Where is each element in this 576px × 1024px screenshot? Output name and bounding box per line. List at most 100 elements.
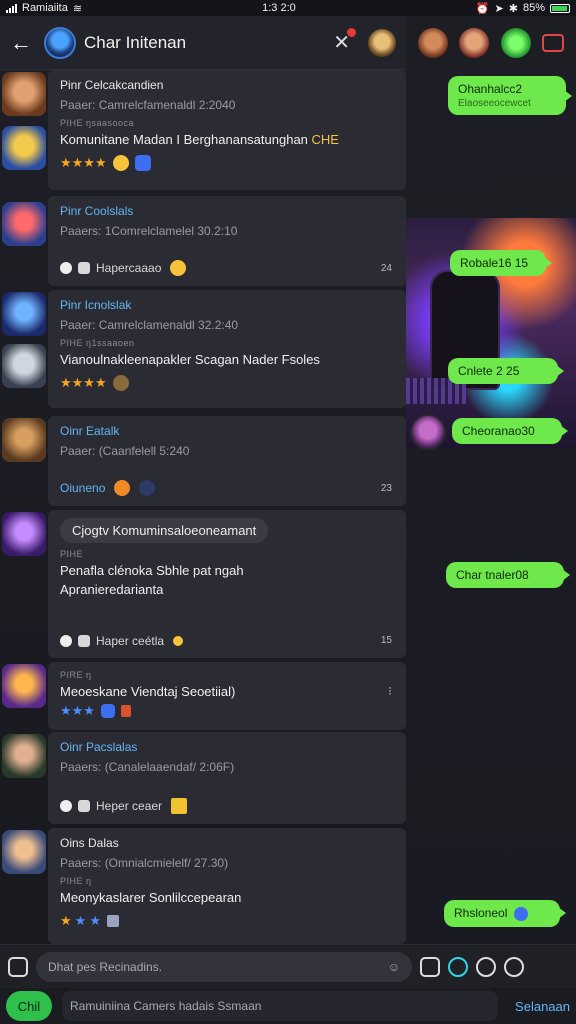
post-author: Pinr Icnolslak — [60, 298, 132, 312]
post-author: Oinr Eatalk — [60, 424, 120, 438]
chat-header: ← Char Initenan ✕ — [0, 16, 406, 70]
reaction-icon[interactable] — [60, 262, 72, 274]
chat-tab-button[interactable]: Chil — [6, 991, 52, 1021]
battery-percent: 85% — [522, 2, 545, 14]
comment-icon[interactable] — [78, 262, 90, 274]
community-chip[interactable]: Cjogtv Komuminsaloeoneamant — [60, 518, 269, 543]
post-meta: Paaer: (Caanfelell 5:240 — [60, 444, 190, 458]
status-pill[interactable]: Oiuneno — [60, 481, 105, 495]
post-meta: Paaers: (Omnialcmielelf/ 27.30) — [60, 856, 229, 870]
close-icon[interactable]: ✕ — [333, 28, 356, 55]
sticker-icon[interactable]: ☺ — [388, 960, 400, 974]
alarm-icon: ⏰ — [475, 2, 490, 15]
reaction-label: Hapercaaao — [96, 261, 162, 275]
feed-card[interactable]: Pinr Icnolslak Paaer: Camrelclamenaldl 3… — [48, 290, 406, 408]
feed-card[interactable]: Oinr Pacslalas Paaers: (Canalelaaendaf/ … — [48, 732, 406, 824]
chat-bubble[interactable]: Rhsloneol — [444, 900, 566, 927]
top-right-avatars — [406, 16, 576, 70]
rating: ★★★★ — [60, 375, 394, 391]
bubble-text: Cheoranao30 — [462, 424, 535, 438]
feed-card[interactable]: Cjogtv Komuminsaloeoneamant PIHE Penafla… — [48, 510, 406, 658]
post-author: Pinr Coolslals — [60, 204, 134, 218]
post-author: Oinr Pacslalas — [60, 740, 138, 754]
feed-card[interactable]: Oins Dalas Paaers: (Omnialcmielelf/ 27.3… — [48, 828, 406, 944]
post-tag: PIHE ŋsaasooca — [60, 118, 135, 128]
avatar[interactable] — [2, 418, 46, 462]
post-text: Vianoulnakleenapakler Scagan Nader Fsole… — [60, 352, 320, 367]
feed-card[interactable]: Oinr Eatalk Paaer: (Caanfelell 5:240 Oiu… — [48, 416, 406, 506]
planet-icon — [139, 480, 156, 496]
reaction-row[interactable]: Haper ceétla — [60, 634, 184, 648]
chat-bubble[interactable]: Cnlete 2 25 — [448, 358, 564, 384]
chat-title: Char Initenan — [84, 32, 187, 52]
community-field[interactable]: Ramuiniina Camers hadais Ssmaan — [62, 991, 498, 1021]
chat-panel-background — [406, 70, 576, 944]
profile-avatar[interactable] — [368, 28, 396, 57]
bluetooth-icon: ✱ — [508, 2, 518, 15]
avatar[interactable] — [2, 344, 46, 388]
bubble-text: Ohanhalcc2 — [458, 82, 523, 96]
clock: 1:3 2:0 — [262, 2, 296, 14]
avatar[interactable] — [2, 292, 46, 336]
message-input[interactable]: Dhat pes Recinadins. ☺ — [36, 951, 412, 982]
signal-icon — [6, 3, 17, 13]
feather-icon — [106, 915, 119, 927]
reaction-row[interactable]: Heper ceaer — [60, 798, 188, 814]
post-meta: Paaers: (Canalelaaendaf/ 2:06F) — [60, 760, 235, 774]
post-author: Oins Dalas — [60, 836, 119, 850]
feed-card[interactable]: Pinr Coolslals Paaers: 1Comrelclamelel 3… — [48, 196, 406, 286]
emoji-picker-icon[interactable] — [476, 956, 496, 977]
smile-emoji-icon — [170, 260, 187, 276]
rating: ★★★ — [60, 703, 394, 719]
attach-icon[interactable] — [8, 956, 28, 977]
reaction-row[interactable]: Oiuneno — [60, 480, 156, 496]
avatar[interactable] — [2, 202, 46, 246]
discord-icon[interactable] — [134, 155, 151, 171]
avatar[interactable] — [2, 126, 46, 170]
back-arrow-icon[interactable]: ← — [10, 30, 34, 56]
avatar[interactable] — [2, 664, 46, 708]
comment-icon[interactable] — [78, 635, 90, 647]
reaction-icon[interactable] — [60, 800, 72, 812]
mic-icon[interactable] — [448, 956, 468, 977]
chat-avatar[interactable] — [44, 26, 76, 59]
post-text-highlight: CHE — [311, 132, 339, 147]
feed-card[interactable]: PIRE ŋ Meoeskane Viendtaj Seoetiial) ★★★… — [48, 662, 406, 730]
chat-bubble[interactable]: Ohanhalcc2 Elaoseeocewcet — [448, 76, 572, 115]
gif-icon[interactable] — [420, 956, 440, 977]
post-text: Meoeskane Viendtaj Seoetiial) — [60, 684, 236, 699]
feed-card[interactable]: Pinr Celcakcandien Paaer: Camrelcfamenal… — [48, 70, 406, 190]
avatar[interactable] — [2, 830, 46, 874]
emoji-icon[interactable] — [112, 155, 129, 171]
send-button[interactable]: Selanaan — [508, 999, 570, 1014]
reaction-icon[interactable] — [60, 635, 72, 647]
avatar[interactable] — [2, 734, 46, 778]
more-options-icon[interactable]: ⁝ — [388, 684, 392, 698]
reaction-label: Haper ceétla — [96, 634, 165, 648]
post-tag: PIHE ŋ1ssaaoen — [60, 338, 135, 348]
reaction-row[interactable]: Hapercaaao — [60, 260, 187, 276]
battery-icon — [549, 3, 570, 13]
gamepad-icon[interactable] — [542, 34, 565, 52]
comment-icon[interactable] — [78, 800, 90, 812]
post-author: Pinr Celcakcandien — [60, 78, 164, 92]
emoji-icon[interactable] — [112, 375, 129, 391]
timer-icon[interactable] — [504, 956, 524, 977]
friend-avatar-2[interactable] — [459, 28, 490, 58]
post-tag: PIRE ŋ — [60, 670, 92, 680]
avatar[interactable] — [2, 72, 46, 116]
sender-avatar[interactable] — [410, 414, 446, 450]
post-tag: PIHE — [60, 549, 84, 559]
screen: Ramiaiita ≋ 1:3 2:0 ⏰ ➤ ✱ 85% ← Char Ini… — [0, 0, 576, 1024]
friend-avatar-3[interactable] — [500, 28, 531, 58]
reaction-label: Heper ceaer — [96, 799, 163, 813]
bubble-text: Rhsloneol — [454, 906, 508, 920]
chat-bubble[interactable]: Robale16 15 — [450, 250, 552, 276]
wifi-icon: ≋ — [72, 2, 83, 15]
post-text: Meonykaslarer Sonlilccepearan — [60, 890, 242, 905]
friend-avatar-1[interactable] — [417, 28, 448, 58]
chat-bubble[interactable]: Char tnaler08 — [446, 562, 570, 588]
chat-bubble[interactable]: Cheoranao30 — [452, 418, 568, 444]
avatar[interactable] — [2, 512, 46, 556]
reply-count: 15 — [380, 635, 392, 646]
